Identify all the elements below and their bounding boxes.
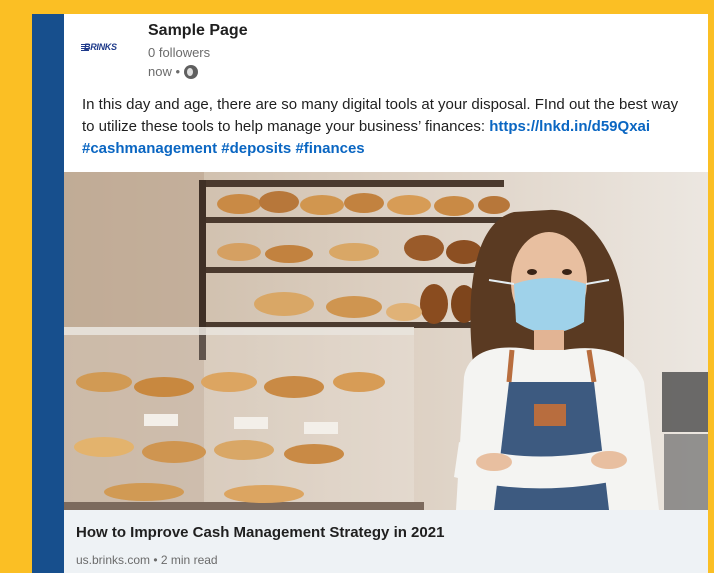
globe-icon [184,64,199,79]
hashtag-deposits[interactable]: #deposits [221,140,291,157]
bakery-photo [64,172,708,510]
post-link[interactable]: https://lnkd.in/d59Qxai [489,118,650,135]
article-title[interactable]: How to Improve Cash Management Strategy … [76,524,444,541]
company-logo[interactable]: BRINKS [81,42,132,56]
followers-count: 0 followers [148,45,211,60]
hashtag-cashmanagement[interactable]: #cashmanagement [82,140,217,157]
post-body: In this day and age, there are so many d… [82,94,694,160]
post-card: BRINKS Sample Page 0 followers now • In … [64,14,708,573]
logo-text: BRINKS [84,42,117,52]
post-header: BRINKS Sample Page 0 followers now • [64,14,708,90]
article-footer[interactable]: How to Improve Cash Management Strategy … [64,510,708,573]
article-meta: us.brinks.com • 2 min read [76,553,218,567]
article-image[interactable] [64,172,708,510]
time-text: now • [148,64,181,79]
page-name[interactable]: Sample Page [148,22,248,40]
hashtag-finances[interactable]: #finances [295,140,364,157]
left-blue-bar [32,14,64,573]
post-time: now • [148,64,199,79]
